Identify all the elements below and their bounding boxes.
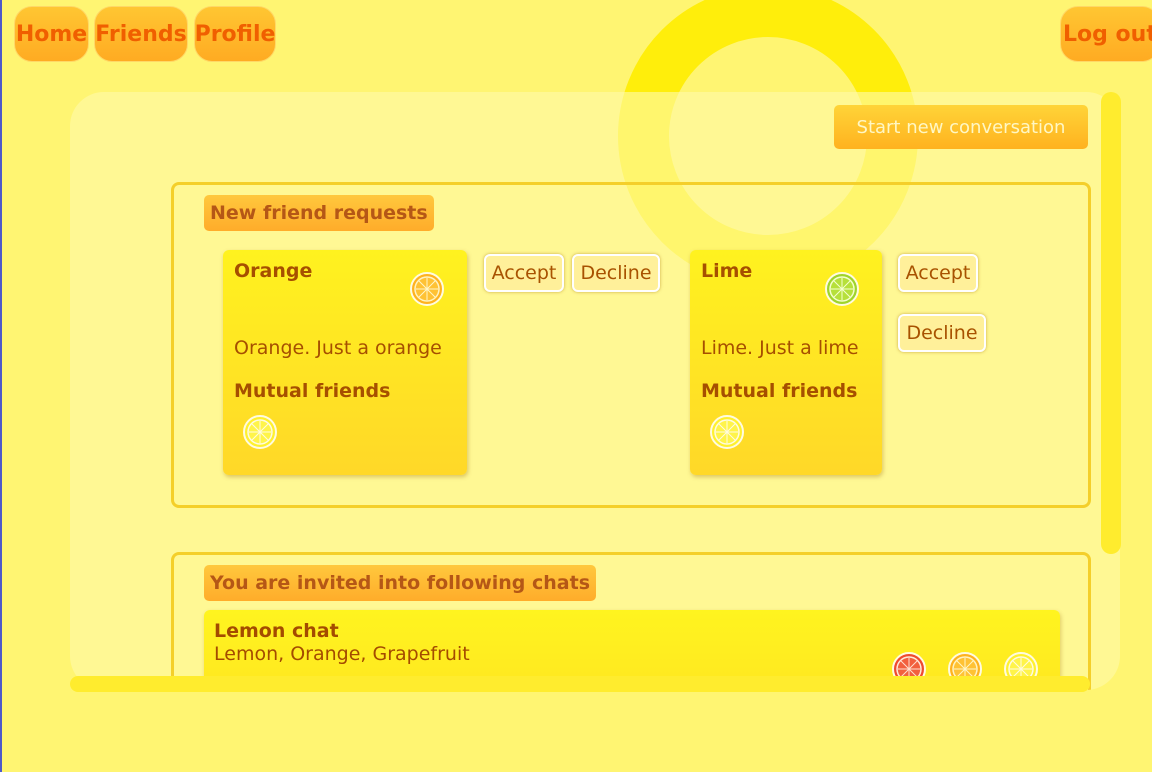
- nav-home-button[interactable]: Home: [14, 6, 89, 62]
- window-left-edge: [0, 0, 2, 772]
- accept-button[interactable]: Accept: [898, 254, 978, 292]
- vertical-scrollbar[interactable]: [1101, 92, 1121, 554]
- mutual-friends-label: Mutual friends: [701, 380, 858, 402]
- request-description: Orange. Just a orange: [234, 337, 442, 359]
- friend-request-card: Orange Orange. Just a orange Mutual frie…: [223, 250, 467, 475]
- horizontal-scrollbar[interactable]: [70, 676, 1090, 692]
- orange-slice-icon: [410, 272, 444, 306]
- nav-friends-button[interactable]: Friends: [94, 6, 188, 62]
- decline-button[interactable]: Decline: [572, 254, 660, 292]
- chat-invites-section: You are invited into following chats Lem…: [171, 552, 1091, 690]
- main-panel: Start new conversation New friend reques…: [70, 92, 1120, 690]
- start-conversation-button[interactable]: Start new conversation: [834, 105, 1088, 149]
- friend-requests-heading: New friend requests: [204, 195, 434, 231]
- nav-profile-button[interactable]: Profile: [194, 6, 276, 62]
- friend-request-card: Lime Lime. Just a lime Mutual friends: [690, 250, 882, 475]
- lime-slice-icon: [825, 272, 859, 306]
- accept-button[interactable]: Accept: [484, 254, 564, 292]
- chat-invites-heading: You are invited into following chats: [204, 565, 597, 601]
- lemon-slice-icon[interactable]: [710, 415, 744, 449]
- request-description: Lime. Just a lime: [701, 337, 859, 359]
- friend-requests-section: New friend requests Orange Orange. Just …: [171, 182, 1091, 508]
- logout-button[interactable]: Log out: [1060, 6, 1152, 62]
- chat-name: Lemon chat: [214, 620, 339, 642]
- mutual-friends-label: Mutual friends: [234, 380, 391, 402]
- decline-button[interactable]: Decline: [898, 314, 986, 352]
- lemon-slice-icon[interactable]: [243, 415, 277, 449]
